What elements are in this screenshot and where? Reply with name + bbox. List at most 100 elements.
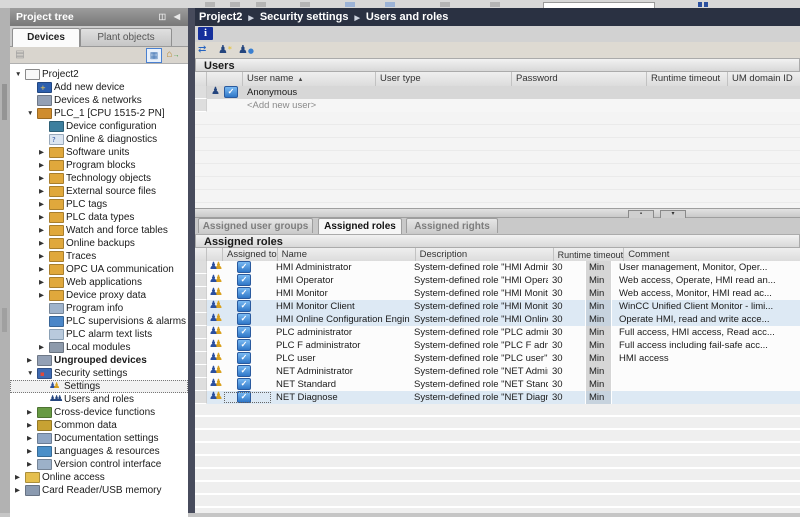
add-new-user-label[interactable]: <Add new user>	[243, 99, 376, 112]
expand-arrow-icon[interactable]: ▶	[15, 484, 25, 497]
new-folder-icon[interactable]: ▤	[13, 48, 27, 61]
expand-arrow-icon[interactable]: ▶	[39, 211, 49, 224]
tree-item-security-settings[interactable]: ▼▪Security settings	[10, 367, 188, 380]
expand-arrow-icon[interactable]: ▶	[39, 289, 49, 302]
header-user-type[interactable]: User type	[376, 72, 512, 86]
expand-arrow-icon[interactable]: ▶	[39, 146, 49, 159]
horizontal-splitter[interactable]: ▪ ▾	[195, 208, 800, 218]
header-runtime-timeout[interactable]: Runtime timeout	[554, 248, 625, 261]
expand-arrow-icon[interactable]: ▼	[27, 107, 37, 120]
tree-item-version-control-interface[interactable]: ▶Version control interface	[10, 458, 188, 471]
tree-item-online-access[interactable]: ▶Online access	[10, 471, 188, 484]
role-row-plc-administrator[interactable]: ♟♟✓PLC administratorSystem-defined role …	[195, 326, 800, 340]
tree-item-plc-tags[interactable]: ▶PLC tags	[10, 198, 188, 211]
tree-item-card-reader-usb-memory[interactable]: ▶Card Reader/USB memory	[10, 484, 188, 497]
tree-item-common-data[interactable]: ▶Common data	[10, 419, 188, 432]
tree-item-devices-networks[interactable]: Devices & networks	[10, 94, 188, 107]
tab-assigned-user-groups[interactable]: Assigned user groups	[198, 218, 313, 233]
expand-arrow-icon[interactable]: ▶	[39, 276, 49, 289]
expand-arrow-icon[interactable]: ▶	[39, 250, 49, 263]
header-user-name[interactable]: User name▲	[243, 72, 376, 86]
details-view-icon[interactable]: ▦	[146, 48, 162, 63]
expand-arrow-icon[interactable]: ▶	[39, 198, 49, 211]
header-assigned-to[interactable]: Assigned to	[223, 248, 278, 261]
header-name[interactable]: Name	[278, 248, 416, 261]
role-row-hmi-operator[interactable]: ♟♟✓HMI OperatorSystem-defined role "HMI …	[195, 274, 800, 288]
add-new-user-row[interactable]: <Add new user>	[195, 99, 800, 113]
breadcrumb-security-settings[interactable]: Security settings	[256, 11, 353, 23]
tree-item-technology-objects[interactable]: ▶Technology objects	[10, 172, 188, 185]
tree-item-opc-ua-communication[interactable]: ▶OPC UA communication	[10, 263, 188, 276]
assigned-checkbox[interactable]: ✓	[237, 391, 251, 403]
user-enabled-checkbox[interactable]: ✓	[224, 86, 238, 98]
tree-item-plc-supervisions-alarms[interactable]: PLC supervisions & alarms	[10, 315, 188, 328]
assigned-checkbox[interactable]: ✓	[237, 378, 251, 390]
role-row-plc-user[interactable]: ♟♟✓PLC userSystem-defined role "PLC user…	[195, 352, 800, 366]
add-user-icon[interactable]: ♟*	[218, 43, 232, 56]
tree-item-local-modules[interactable]: ▶Local modules	[10, 341, 188, 354]
tree-item-ungrouped-devices[interactable]: ▶Ungrouped devices	[10, 354, 188, 367]
tree-item-plc-1-cpu-1515-2-pn[interactable]: ▼PLC_1 [CPU 1515-2 PN]	[10, 107, 188, 120]
assigned-checkbox[interactable]: ✓	[237, 339, 251, 351]
expand-arrow-icon[interactable]: ▶	[27, 354, 37, 367]
tree-item-web-applications[interactable]: ▶Web applications	[10, 276, 188, 289]
tab-assigned-rights[interactable]: Assigned rights	[406, 218, 498, 233]
expand-arrow-icon[interactable]: ▶	[39, 224, 49, 237]
expand-arrow-icon[interactable]: ▶	[15, 471, 25, 484]
expand-arrow-icon[interactable]: ▶	[39, 237, 49, 250]
tree-item-program-info[interactable]: Program info	[10, 302, 188, 315]
collapse-panel-icon[interactable]: ◀	[174, 8, 180, 26]
expand-arrow-icon[interactable]: ▼	[15, 68, 25, 81]
tree-item-online-backups[interactable]: ▶Online backups	[10, 237, 188, 250]
tree-item-add-new-device[interactable]: +Add new device	[10, 81, 188, 94]
tree-item-users-and-roles[interactable]: ♟♟♟Users and roles	[10, 393, 188, 406]
user-options-icon[interactable]: ♟●	[238, 43, 254, 56]
user-row-anonymous[interactable]: ♟✓Anonymous	[195, 86, 800, 100]
tree-item-external-source-files[interactable]: ▶External source files	[10, 185, 188, 198]
info-button[interactable]: i	[198, 27, 213, 40]
expand-arrow-icon[interactable]: ▶	[39, 185, 49, 198]
header-um-domain-id[interactable]: UM domain ID	[728, 72, 800, 86]
tree-item-cross-device-functions[interactable]: ▶Cross-device functions	[10, 406, 188, 419]
plant-view-icon[interactable]: ⌂→	[166, 48, 180, 61]
expand-arrow-icon[interactable]: ▼	[27, 367, 37, 380]
tab-assigned-roles[interactable]: Assigned roles	[318, 218, 402, 234]
tree-item-online-diagnostics[interactable]: ?Online & diagnostics	[10, 133, 188, 146]
header-password[interactable]: Password	[512, 72, 647, 86]
header-description[interactable]: Description	[416, 248, 554, 261]
assigned-checkbox[interactable]: ✓	[237, 274, 251, 286]
role-row-plc-f-administrator[interactable]: ♟♟✓PLC F administratorSystem-defined rol…	[195, 339, 800, 353]
expand-arrow-icon[interactable]: ▶	[27, 445, 37, 458]
header-comment[interactable]: Comment	[624, 248, 800, 261]
role-row-net-administrator[interactable]: ♟♟✓NET AdministratorSystem-defined role …	[195, 365, 800, 379]
assigned-checkbox[interactable]: ✓	[237, 352, 251, 364]
expand-arrow-icon[interactable]: ▶	[27, 419, 37, 432]
assigned-checkbox[interactable]: ✓	[237, 300, 251, 312]
expand-arrow-icon[interactable]: ▶	[27, 458, 37, 471]
tree-item-software-units[interactable]: ▶Software units	[10, 146, 188, 159]
tree-item-documentation-settings[interactable]: ▶Documentation settings	[10, 432, 188, 445]
role-row-net-diagnose[interactable]: ♟♟✓NET DiagnoseSystem-defined role "NET …	[195, 391, 800, 405]
sync-settings-icon[interactable]: ⇄	[198, 43, 206, 56]
tree-item-device-proxy-data[interactable]: ▶Device proxy data	[10, 289, 188, 302]
tree-item-plc-data-types[interactable]: ▶PLC data types	[10, 211, 188, 224]
tree-item-traces[interactable]: ▶Traces	[10, 250, 188, 263]
expand-arrow-icon[interactable]: ▶	[27, 432, 37, 445]
role-row-hmi-online-configuration-engineer[interactable]: ♟♟✓HMI Online Configuration EngineerSyst…	[195, 313, 800, 327]
window-icon[interactable]: ◫	[158, 8, 166, 26]
role-row-hmi-administrator[interactable]: ♟♟✓HMI AdministratorSystem-defined role …	[195, 261, 800, 275]
role-row-hmi-monitor[interactable]: ♟♟✓HMI MonitorSystem-defined role "HMI M…	[195, 287, 800, 301]
breadcrumb-users-and-roles[interactable]: Users and roles	[362, 11, 453, 23]
expand-arrow-icon[interactable]: ▶	[39, 263, 49, 276]
breadcrumb-project[interactable]: Project2	[195, 11, 246, 23]
assigned-checkbox[interactable]: ✓	[237, 326, 251, 338]
tab-devices[interactable]: Devices	[12, 28, 80, 47]
role-row-net-standard[interactable]: ♟♟✓NET StandardSystem-defined role "NET …	[195, 378, 800, 392]
tree-item-settings[interactable]: ♟♟Settings	[10, 380, 188, 393]
tree-item-project2[interactable]: ▼Project2	[10, 68, 188, 81]
assigned-checkbox[interactable]: ✓	[237, 365, 251, 377]
assigned-checkbox[interactable]: ✓	[237, 313, 251, 325]
role-row-hmi-monitor-client[interactable]: ♟♟✓HMI Monitor ClientSystem-defined role…	[195, 300, 800, 314]
assigned-checkbox[interactable]: ✓	[237, 261, 251, 273]
expand-arrow-icon[interactable]: ▶	[39, 159, 49, 172]
